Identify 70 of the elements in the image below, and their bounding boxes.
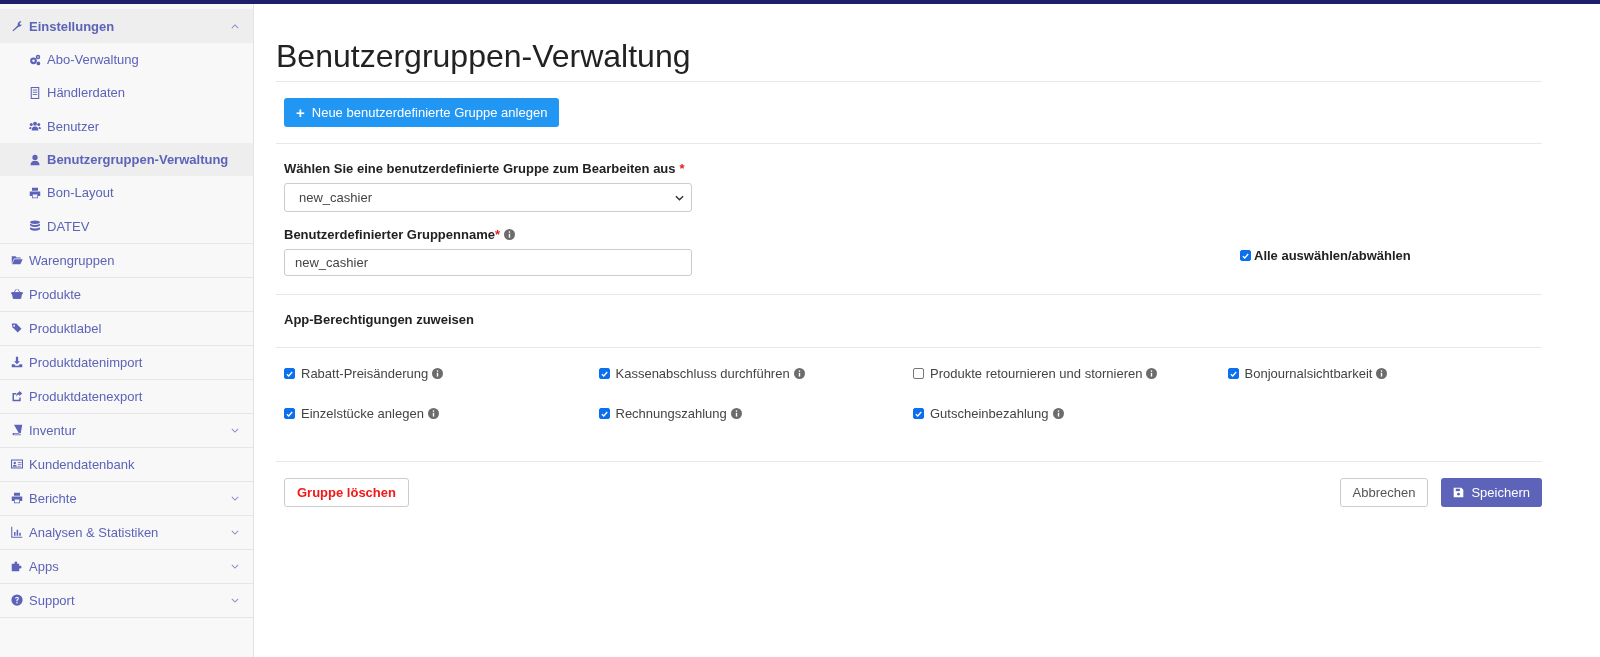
sidebar-subitem[interactable]: Benutzer [0,109,253,143]
user-icon [29,153,41,166]
sidebar-item[interactable]: Inventur [0,413,253,448]
checkbox-label: Rechnungszahlung [615,406,727,421]
sidebar-item[interactable]: Kundendatenbank [0,447,253,482]
help-icon [11,594,23,607]
checkbox[interactable] [598,408,610,419]
checkbox-label: Einzelstücke anlegen [301,406,424,421]
delete-button[interactable]: Gruppe löschen [284,478,409,507]
checkbox[interactable] [1227,368,1239,379]
checkbox-label: Kassenabschluss durchführen [615,366,790,381]
puzzle-icon [11,560,23,573]
sidebar-subitem[interactable]: Abo-Verwaltung [0,43,253,77]
info-icon[interactable] [427,408,439,419]
sidebar-subitem[interactable]: DATEV [0,209,253,243]
sidebar-item[interactable]: Produktdatenimport [0,345,253,380]
basket-icon [11,288,23,301]
checkbox[interactable] [598,368,610,379]
group-name-field[interactable]: new_cashier [284,249,692,276]
sidebar-subitem[interactable]: Händlerdaten [0,76,253,110]
info-icon[interactable] [730,408,742,419]
folder-icon [11,254,23,267]
checkbox[interactable] [913,408,924,419]
printer-icon [29,186,41,199]
sidebar-item[interactable]: Support [0,583,253,618]
info-icon[interactable] [1146,368,1158,379]
sidebar-item[interactable]: Apps [0,549,253,584]
info-icon[interactable] [1376,368,1388,379]
download-icon [11,356,23,369]
checkbox-label: Gutscheinbezahlung [930,406,1049,421]
id-card-icon [11,458,23,471]
info-icon[interactable] [432,368,444,379]
sidebar-subitem[interactable]: Bon-Layout [0,176,253,210]
wrench-icon [11,20,23,32]
building-icon [29,86,41,99]
tags-icon [11,322,23,335]
info-icon[interactable] [504,229,515,240]
sidebar-item[interactable]: Produktlabel [0,311,253,346]
checkbox[interactable] [1240,250,1251,261]
printer-icon [11,492,23,505]
new-group-button[interactable]: + Neue benutzerdefinierte Gruppe anlegen [284,98,560,127]
section-heading: App-Berechtigungen zuweisen [284,312,475,327]
sidebar-subitem[interactable]: Benutzergruppen-Verwaltung [0,142,253,177]
group-select[interactable]: new_cashier [284,183,692,212]
checkbox-label: Alle auswählen/abwählen [1254,248,1411,263]
checkbox[interactable] [284,408,295,419]
checkbox-label: Produkte retournieren und stornieren [930,366,1143,381]
checkbox[interactable] [284,368,295,379]
checkbox-label: Rabatt-Preisänderung [301,366,429,381]
bar-chart-icon [11,526,23,539]
users-icon [29,120,41,133]
checkbox[interactable] [913,368,924,379]
sidebar-item[interactable]: Berichte [0,481,253,516]
sidebar-item[interactable]: Produkte [0,277,253,312]
share-icon [11,390,23,403]
database-icon [29,220,41,233]
sidebar-item[interactable]: Produktdatenexport [0,379,253,414]
gears-icon [29,53,41,66]
sidebar-item[interactable]: Analysen & Statistiken [0,515,253,550]
save-button[interactable]: Speichern [1441,478,1542,507]
info-icon[interactable] [1052,408,1064,419]
sidebar-item[interactable]: Einstellungen [0,9,253,43]
cancel-button[interactable]: Abbrechen [1339,478,1429,507]
info-icon[interactable] [793,368,805,379]
sidebar-item[interactable]: Warengruppen [0,243,253,278]
field-label: Benutzerdefinierter Gruppenname* [284,227,500,242]
chevron-icon[interactable] [675,194,684,201]
page-title: Benutzergruppen-Verwaltung [276,4,1542,82]
checkbox-label: Bonjournalsichtbarkeit [1244,366,1373,381]
field-label: Wählen Sie eine benutzerdefinierte Gruppe zum Bearbeiten aus * [284,161,686,176]
